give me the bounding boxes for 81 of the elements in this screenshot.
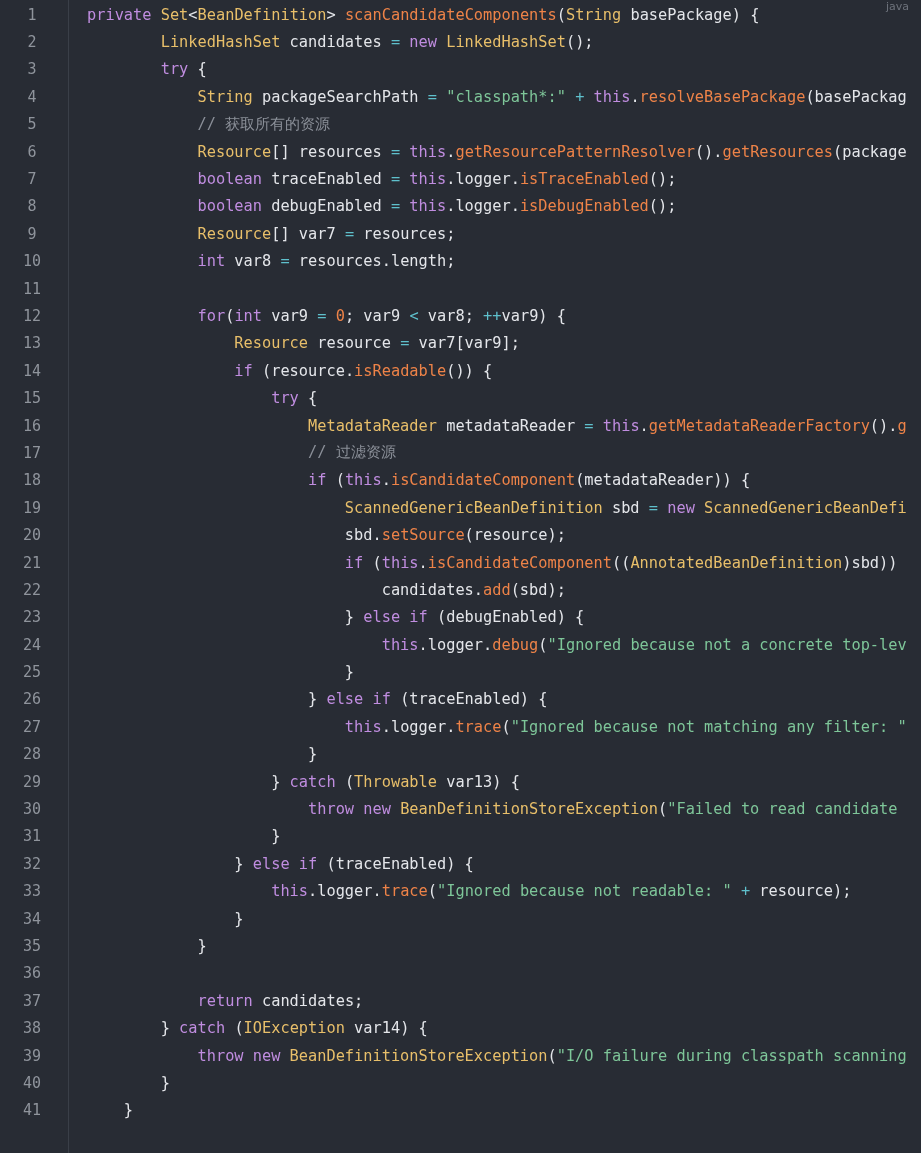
line-number: 20 [21, 526, 43, 545]
code-line: LinkedHashSet candidates = new LinkedHashSet(); [159, 33, 594, 52]
code-line: // 获取所有的资源 [196, 114, 331, 133]
line-number: 3 [26, 60, 38, 79]
line-number: 9 [26, 224, 38, 243]
code-line: } [122, 1101, 134, 1120]
code-line: } [233, 909, 244, 928]
line-number: 10 [21, 252, 43, 271]
code-line: ScannedGenericBeanDefinition sbd = new ScannedGenericBeanDefi [343, 498, 907, 517]
code-line: if (resource.isReadable()) { [233, 361, 493, 380]
code-line: } [159, 1073, 170, 1092]
code-line: // 过滤资源 [307, 443, 396, 462]
line-number: 28 [21, 745, 43, 764]
code-line: candidates.add(sbd); [380, 580, 566, 599]
code-line: if (this.isCandidateComponent(metadataReader)) { [307, 471, 751, 490]
code-line: Resource[] resources = this.getResourcePatternResolver().getResources(package [196, 142, 907, 161]
line-number: 16 [21, 416, 43, 435]
line-number: 27 [21, 717, 43, 736]
line-number: 35 [21, 936, 43, 955]
line-number: 18 [21, 471, 43, 490]
code-line: private Set<BeanDefinition> scanCandidateComponents(String basePackage) { [87, 5, 760, 24]
code-line: } else if (traceEnabled) { [233, 854, 474, 873]
line-number: 23 [21, 608, 43, 627]
code-line: Resource[] var7 = resources; [196, 224, 456, 243]
line-number: 22 [21, 580, 43, 599]
code-line: boolean traceEnabled = this.logger.isTraceEnabled(); [196, 170, 677, 189]
code-line: try { [159, 60, 207, 79]
line-number: 30 [21, 800, 43, 818]
line-number: 36 [21, 964, 43, 983]
line-number: 11 [21, 279, 43, 298]
code-line: if (this.isCandidateComponent((AnnotatedBeanDefinition)sbd)) [343, 553, 898, 572]
code-line: return candidates; [196, 991, 364, 1010]
code-line: } [196, 936, 207, 955]
line-number: 1 [26, 5, 38, 24]
line-number: 34 [21, 909, 43, 928]
line-number: 39 [21, 1046, 43, 1065]
code-line: } else if (traceEnabled) { [307, 690, 548, 709]
line-number: 5 [26, 115, 38, 134]
code-line: } [343, 663, 355, 682]
code-line: } else if (debugEnabled) { [343, 608, 585, 627]
line-number: 21 [21, 553, 43, 572]
code-line: } catch (IOException var14) { [159, 1019, 428, 1038]
line-number: 26 [21, 690, 43, 709]
code-line: MetadataReader metadataReader = this.getMetadataReaderFactory().g [307, 416, 907, 435]
code-line: this.logger.debug("Ignored because not a concrete top-lev [380, 635, 907, 654]
code-line: this.logger.trace("Ignored because not matching any filter: " [343, 717, 907, 736]
code-line: Resource resource = var7[var9]; [233, 334, 520, 353]
line-number: 12 [21, 307, 43, 325]
code-line: String packageSearchPath = "classpath*:" + this.resolveBasePackage(basePackag [196, 87, 907, 106]
line-number: 37 [21, 991, 43, 1010]
line-number: 6 [26, 142, 38, 161]
line-number: 14 [21, 361, 43, 380]
code-line: throw new BeanDefinitionStoreException("Failed to read candidate [307, 800, 898, 818]
code-line: try { [270, 389, 318, 408]
line-number: 17 [21, 443, 43, 462]
line-number: 41 [21, 1101, 43, 1120]
code-line: for(int var9 = 0; var9 < var8; ++var9) { [196, 307, 566, 325]
code-line: sbd.setSource(resource); [343, 526, 566, 545]
line-number: 4 [26, 87, 38, 106]
line-number: 38 [21, 1019, 43, 1038]
line-number: 15 [21, 389, 43, 408]
code-line: } [307, 745, 318, 764]
line-number: 8 [26, 197, 38, 216]
language-label: java [885, 0, 909, 13]
code-line: throw new BeanDefinitionStoreException("I/O failure during classpath scanning [196, 1046, 907, 1065]
line-number: 40 [21, 1073, 43, 1092]
line-number: 25 [21, 663, 43, 682]
line-number: 29 [21, 772, 43, 791]
line-number: 2 [26, 33, 38, 52]
line-number: 33 [21, 882, 43, 901]
line-number: 19 [21, 498, 43, 517]
line-number: 24 [21, 635, 43, 654]
line-number: 13 [21, 334, 43, 353]
code-line: this.logger.trace("Ignored because not readable: " + resource); [270, 882, 852, 901]
code-line: } [270, 827, 281, 846]
code-line: boolean debugEnabled = this.logger.isDebugEnabled(); [196, 197, 677, 216]
code-line: } catch (Throwable var13) { [270, 772, 520, 791]
line-number: 7 [26, 170, 38, 189]
line-number: 31 [21, 827, 43, 846]
code-line: int var8 = resources.length; [196, 252, 456, 271]
line-number: 32 [21, 854, 43, 873]
